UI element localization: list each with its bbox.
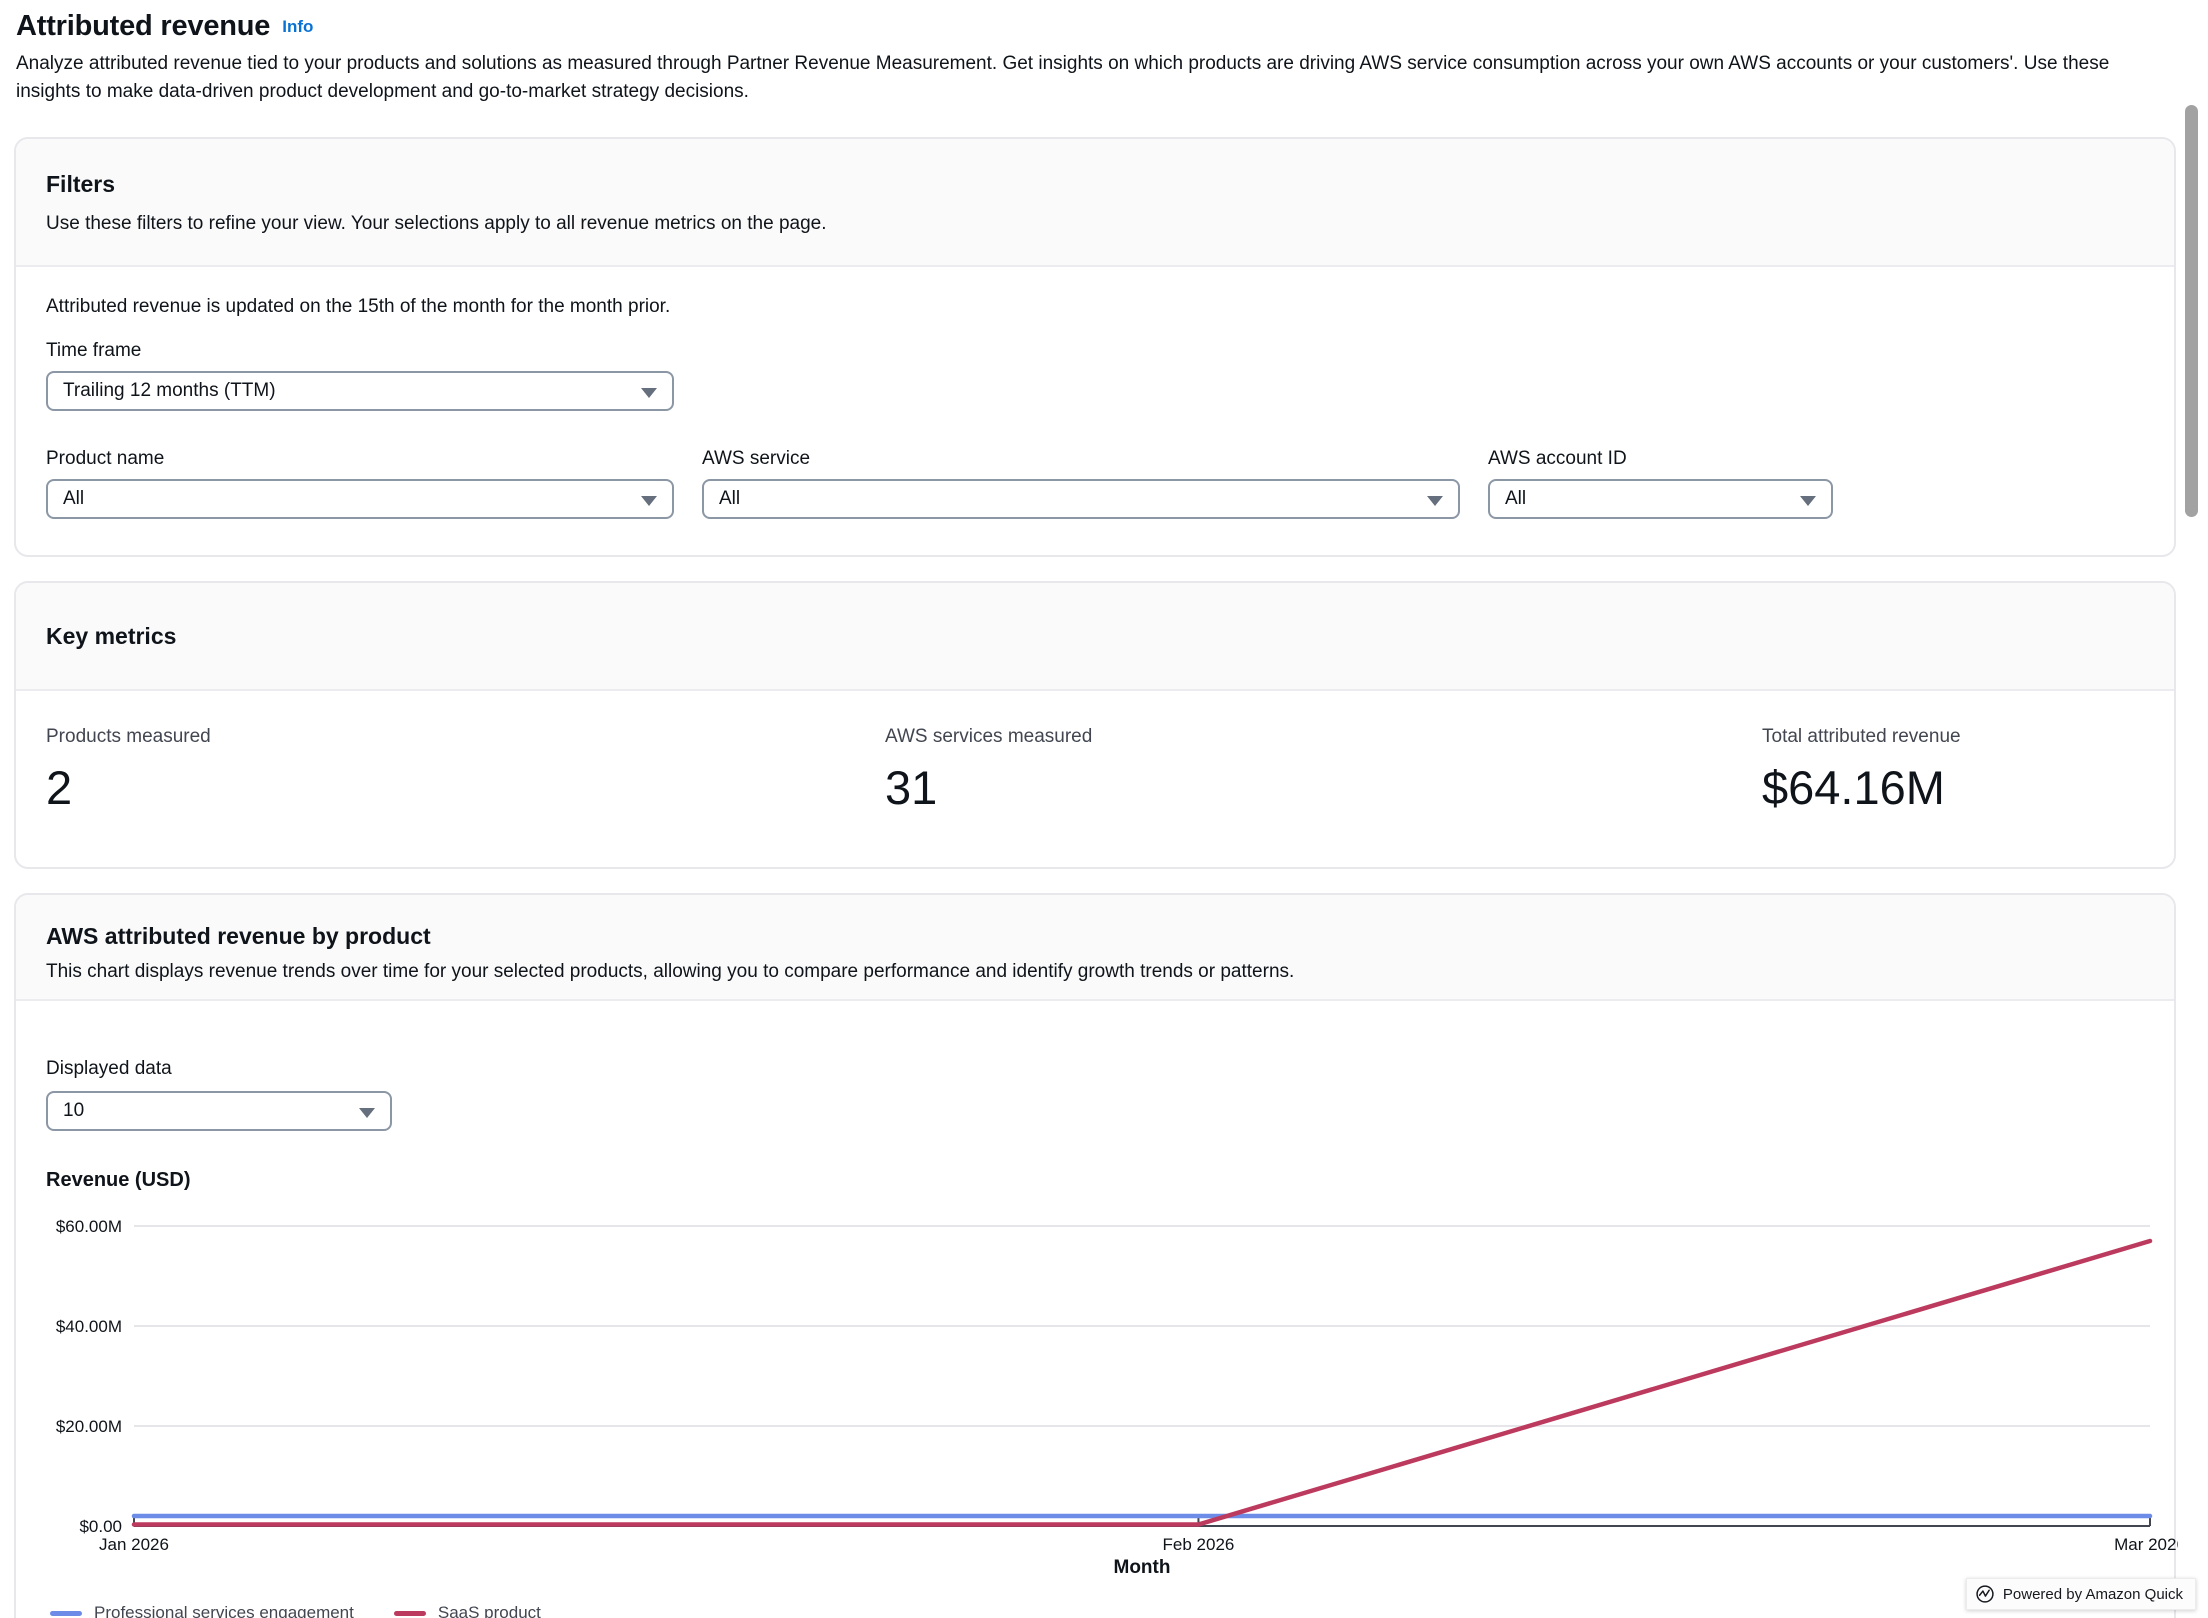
chevron-down-icon: [641, 388, 657, 398]
chevron-down-icon: [359, 1108, 375, 1118]
time-frame-label: Time frame: [46, 339, 2144, 363]
info-link[interactable]: Info: [282, 17, 313, 36]
page-description: Analyze attributed revenue tied to your …: [16, 50, 2176, 106]
legend-item[interactable]: SaaS product: [394, 1603, 541, 1618]
metric-value: 2: [46, 759, 885, 817]
attributed-revenue-page: Attributed revenue Info Analyze attribute…: [0, 0, 2208, 1618]
metric-label: Products measured: [46, 725, 885, 749]
y-axis-title: Revenue (USD): [46, 1167, 2144, 1193]
displayed-data-select[interactable]: 10: [46, 1091, 392, 1131]
x-axis-tick-label: Mar 2026: [2114, 1535, 2178, 1554]
legend-label: SaaS product: [438, 1603, 541, 1618]
metric-products-measured: Products measured 2: [46, 725, 885, 817]
metric-value: $64.16M: [1762, 759, 2144, 817]
metric-label: Total attributed revenue: [1762, 725, 2144, 749]
revenue-chart-header: AWS attributed revenue by product This c…: [16, 895, 2174, 1001]
x-axis-tick-label: Jan 2026: [99, 1535, 169, 1554]
aws-account-id-label: AWS account ID: [1488, 447, 1833, 471]
x-axis-tick-label: Feb 2026: [1163, 1535, 1235, 1554]
revenue-by-product-card: AWS attributed revenue by product This c…: [14, 893, 2176, 1618]
aws-service-select[interactable]: All: [702, 479, 1460, 519]
displayed-data-value: 10: [63, 1100, 84, 1122]
aws-account-id-value: All: [1505, 488, 1526, 510]
revenue-line-chart: $60.00M $40.00M $20.00M $0.00Jan 2026 Feb 20…: [46, 1201, 2178, 1591]
metric-total-attributed-revenue: Total attributed revenue $64.16M: [1762, 725, 2144, 817]
legend-swatch: [50, 1611, 82, 1616]
filters-title: Filters: [46, 169, 2144, 199]
key-metrics-header: Key metrics: [16, 583, 2174, 691]
series-line-saas-product: [134, 1241, 2150, 1525]
aws-account-id-field: AWS account ID All: [1488, 447, 1833, 519]
chart-legend: Professional services engagement SaaS pro…: [50, 1603, 2144, 1618]
product-name-field: Product name All: [46, 447, 674, 519]
update-note: Attributed revenue is updated on the 15t…: [46, 295, 2144, 319]
x-axis-title: Month: [1114, 1557, 1171, 1578]
legend-label: Professional services engagement: [94, 1603, 354, 1618]
chevron-down-icon: [1800, 496, 1816, 506]
filters-card: Filters Use these filters to refine your…: [14, 137, 2176, 557]
product-name-value: All: [63, 488, 84, 510]
filters-card-header: Filters Use these filters to refine your…: [16, 139, 2174, 267]
filter-row: Product name All AWS service All AWS acc…: [46, 447, 2144, 519]
filters-card-content: Attributed revenue is updated on the 15t…: [16, 267, 2174, 555]
page-title: Attributed revenue: [16, 10, 270, 42]
metric-label: AWS services measured: [885, 725, 1762, 749]
key-metrics-title: Key metrics: [46, 621, 2144, 651]
y-axis-tick-label: $60.00M: [56, 1217, 122, 1236]
revenue-chart-description: This chart displays revenue trends over …: [46, 959, 2144, 985]
key-metrics-content: Products measured 2 AWS services measure…: [16, 691, 2174, 867]
metric-value: 31: [885, 759, 1762, 817]
revenue-chart-title: AWS attributed revenue by product: [46, 921, 2144, 951]
y-axis-tick-label: $0.00: [79, 1517, 122, 1536]
aws-service-value: All: [719, 488, 740, 510]
time-frame-value: Trailing 12 months (TTM): [63, 380, 276, 402]
aws-service-label: AWS service: [702, 447, 1460, 471]
amazon-quick-icon: [1975, 1584, 1995, 1604]
aws-account-id-select[interactable]: All: [1488, 479, 1833, 519]
vertical-scrollbar[interactable]: [2185, 105, 2198, 517]
powered-by-label: Powered by Amazon Quick: [2003, 1586, 2183, 1603]
powered-by-badge: Powered by Amazon Quick: [1966, 1578, 2196, 1610]
filters-description: Use these filters to refine your view. Y…: [46, 211, 2144, 237]
key-metrics-card: Key metrics Products measured 2 AWS serv…: [14, 581, 2176, 869]
aws-service-field: AWS service All: [702, 447, 1460, 519]
revenue-chart-content: Displayed data 10 Revenue (USD) $60.00M $…: [16, 1057, 2174, 1618]
revenue-line-chart-svg: $60.00M $40.00M $20.00M $0.00Jan 2026 Feb 20…: [46, 1201, 2178, 1591]
product-name-select[interactable]: All: [46, 479, 674, 519]
product-name-label: Product name: [46, 447, 674, 471]
page-header: Attributed revenue Info Analyze attribute…: [0, 8, 2208, 106]
chevron-down-icon: [641, 496, 657, 506]
y-axis-tick-label: $20.00M: [56, 1417, 122, 1436]
y-axis-tick-label: $40.00M: [56, 1317, 122, 1336]
displayed-data-label: Displayed data: [46, 1057, 2144, 1081]
time-frame-select[interactable]: Trailing 12 months (TTM): [46, 371, 674, 411]
legend-item[interactable]: Professional services engagement: [50, 1603, 354, 1618]
chevron-down-icon: [1427, 496, 1443, 506]
legend-swatch: [394, 1611, 426, 1616]
metric-aws-services-measured: AWS services measured 31: [885, 725, 1762, 817]
